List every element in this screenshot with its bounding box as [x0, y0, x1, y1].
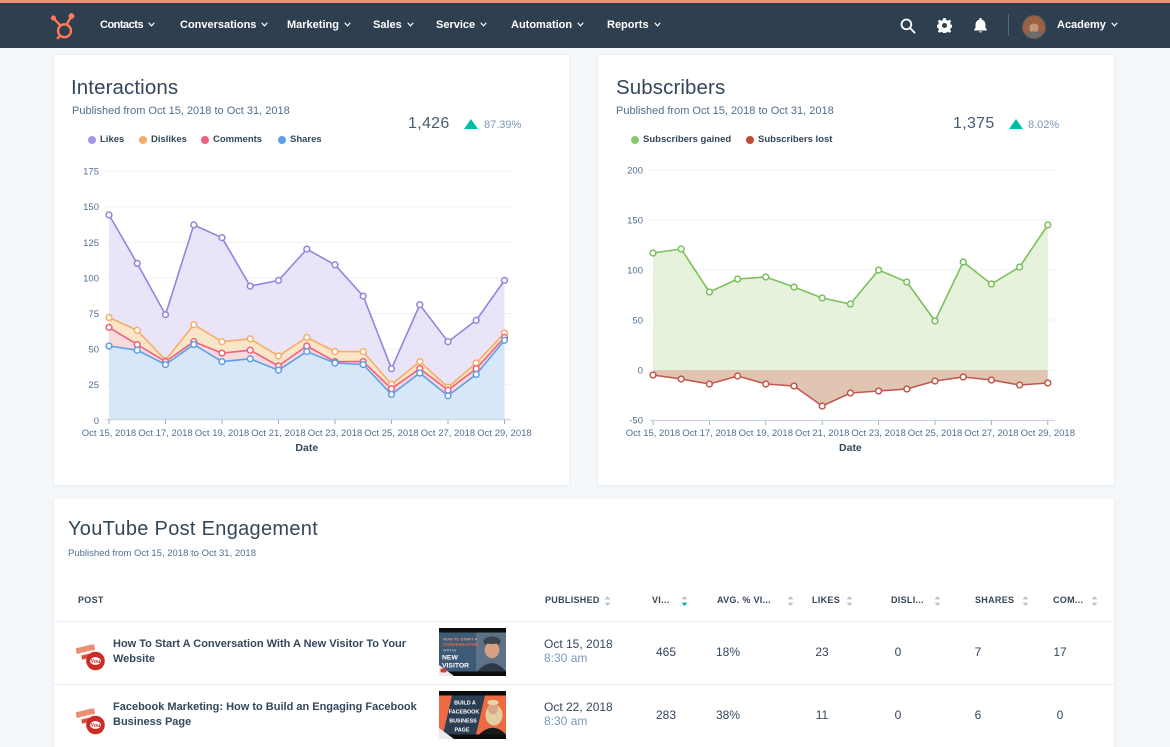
svg-text:Oct 15, 2018: Oct 15, 2018 — [82, 428, 136, 439]
svg-text:25: 25 — [88, 380, 99, 391]
svg-text:Oct 23, 2018: Oct 23, 2018 — [851, 428, 905, 439]
svg-text:WITH A: WITH A — [443, 649, 457, 653]
svg-text:Oct 19, 2018: Oct 19, 2018 — [739, 428, 793, 439]
svg-text:HOW TO START A: HOW TO START A — [443, 637, 477, 642]
svg-text:Oct 17, 2018: Oct 17, 2018 — [682, 428, 736, 439]
svg-text:0: 0 — [94, 416, 99, 427]
svg-text:Oct 15, 2018: Oct 15, 2018 — [626, 428, 680, 439]
svg-text:75: 75 — [88, 309, 99, 320]
svg-text:Oct 21, 2018: Oct 21, 2018 — [251, 428, 305, 439]
svg-text:FACEBOOK: FACEBOOK — [449, 710, 480, 716]
svg-text:You: You — [91, 723, 101, 729]
svg-text:200: 200 — [627, 166, 643, 177]
svg-text:Oct 25, 2018: Oct 25, 2018 — [364, 428, 418, 439]
svg-text:You: You — [91, 659, 101, 665]
svg-text:Oct 19, 2018: Oct 19, 2018 — [195, 428, 249, 439]
svg-text:BUILD A: BUILD A — [454, 701, 476, 707]
svg-text:Oct 29, 2018: Oct 29, 2018 — [1021, 428, 1075, 439]
svg-text:150: 150 — [83, 202, 99, 213]
svg-text:100: 100 — [83, 273, 99, 284]
svg-text:Oct 27, 2018: Oct 27, 2018 — [421, 428, 475, 439]
svg-text:0: 0 — [638, 366, 643, 377]
svg-text:Oct 21, 2018: Oct 21, 2018 — [795, 428, 849, 439]
svg-text:Date: Date — [295, 442, 318, 454]
svg-text:150: 150 — [627, 216, 643, 227]
svg-text:125: 125 — [83, 238, 99, 249]
svg-text:50: 50 — [632, 316, 643, 327]
svg-text:-50: -50 — [629, 416, 643, 427]
svg-text:175: 175 — [83, 167, 99, 178]
svg-text:Date: Date — [839, 442, 862, 454]
svg-text:Oct 29, 2018: Oct 29, 2018 — [477, 428, 531, 439]
svg-text:PAGE: PAGE — [455, 728, 470, 734]
svg-text:Oct 17, 2018: Oct 17, 2018 — [138, 428, 192, 439]
svg-text:BUSINESS: BUSINESS — [449, 719, 477, 725]
svg-text:100: 100 — [627, 266, 643, 277]
svg-text:NEW: NEW — [442, 655, 458, 662]
svg-text:VISITOR: VISITOR — [442, 663, 469, 670]
svg-text:CONVERSATION: CONVERSATION — [443, 642, 478, 647]
svg-text:Oct 27, 2018: Oct 27, 2018 — [964, 428, 1018, 439]
svg-text:Oct 25, 2018: Oct 25, 2018 — [908, 428, 962, 439]
svg-text:50: 50 — [88, 345, 99, 356]
svg-text:Oct 23, 2018: Oct 23, 2018 — [308, 428, 362, 439]
